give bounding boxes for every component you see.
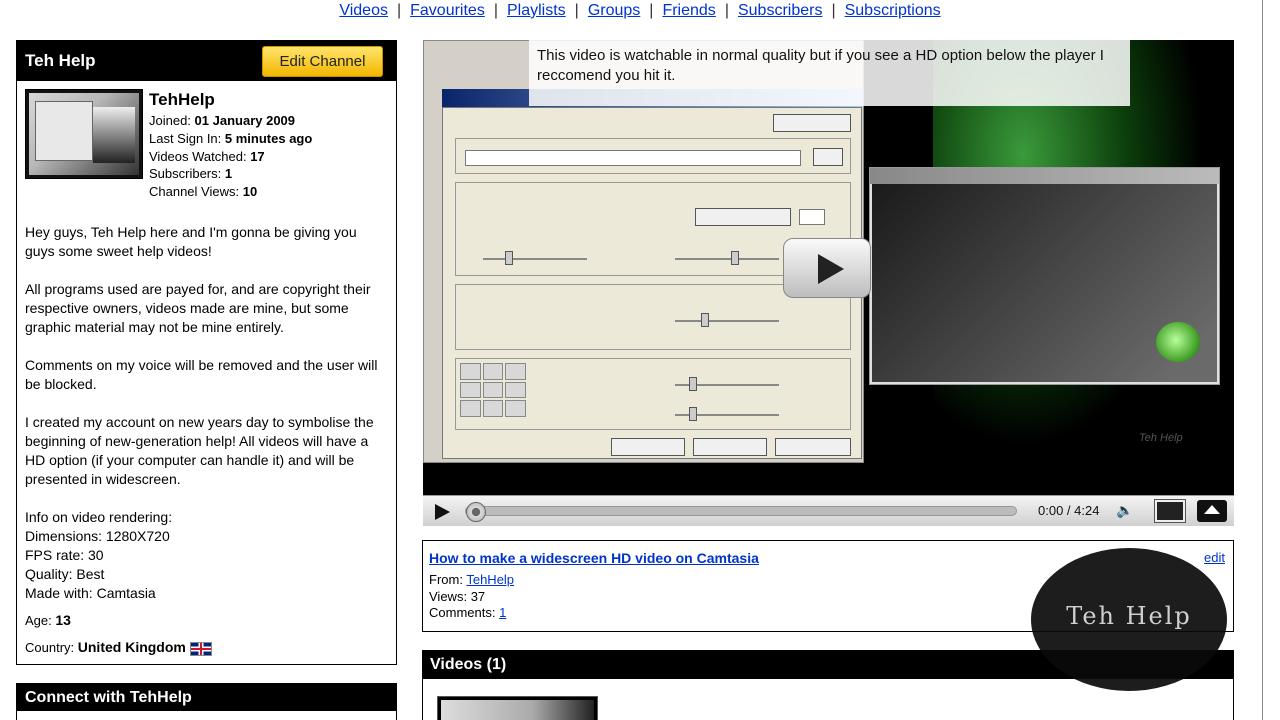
- channel-views-value: 10: [242, 184, 258, 200]
- video-dialog-slider-thumb: [689, 407, 697, 421]
- nav-separator: |: [649, 2, 654, 19]
- nav-friends[interactable]: Friends: [662, 2, 715, 19]
- nav-groups[interactable]: Groups: [588, 2, 640, 19]
- profile-box: Teh Help Edit Channel TehHelp Joined: 01…: [16, 40, 397, 665]
- nav-favourites[interactable]: Favourites: [410, 2, 485, 19]
- video-dialog-slider-thumb: [689, 377, 697, 391]
- age-value: 13: [55, 612, 71, 628]
- from-label: From:: [429, 572, 463, 587]
- video-dialog-slider: [675, 320, 779, 322]
- avatar[interactable]: [25, 89, 143, 179]
- profile-info: TehHelp Joined: 01 January 2009 Last Sig…: [149, 89, 312, 201]
- from-user-link[interactable]: TehHelp: [466, 572, 514, 587]
- comments-label: Comments:: [429, 605, 496, 620]
- player-controls: 0:00 / 4:24 🔈: [423, 495, 1234, 526]
- channel-description: Hey guys, Teh Help here and I'm gonna be…: [25, 223, 390, 603]
- render-info-line: Info on video rendering:: [25, 509, 173, 525]
- nav-subscriptions[interactable]: Subscriptions: [845, 2, 941, 19]
- last-signin-value: 5 minutes ago: [224, 130, 313, 146]
- time-display: 0:00 / 4:24: [1038, 503, 1100, 518]
- profile-title: Teh Help: [25, 51, 96, 70]
- render-info-line: Quality: Best: [25, 566, 105, 582]
- connect-box: Connect with TehHelp: [16, 683, 397, 720]
- widescreen-toggle-icon[interactable]: [1154, 499, 1186, 523]
- render-info-line: Dimensions: 1280X720: [25, 528, 170, 544]
- username: TehHelp: [149, 90, 215, 109]
- video-preview-window: [869, 167, 1220, 385]
- joined-value: 01 January 2009: [194, 113, 296, 128]
- uk-flag-icon: [189, 641, 212, 656]
- description-paragraph: I created my account on new years day to…: [25, 414, 374, 487]
- edit-channel-button[interactable]: Edit Channel: [262, 46, 383, 77]
- video-title-link[interactable]: How to make a widescreen HD video on Cam…: [429, 550, 759, 566]
- logo-watermark-text: Teh Help: [1066, 602, 1192, 630]
- edit-link[interactable]: edit: [1204, 550, 1225, 565]
- nav-separator: |: [831, 2, 836, 19]
- video-dialog-field: [465, 150, 801, 166]
- video-dialog-slider: [483, 258, 587, 260]
- nav-subscribers[interactable]: Subscribers: [738, 2, 822, 19]
- divider: [1262, 0, 1263, 720]
- description-paragraph: All programs used are payed for, and are…: [25, 281, 371, 335]
- last-signin-label: Last Sign In:: [149, 130, 222, 146]
- big-play-button[interactable]: [783, 238, 871, 298]
- video-dialog-button: [695, 208, 791, 226]
- annotation-box[interactable]: This video is watchable in normal qualit…: [529, 40, 1130, 106]
- video-dialog-slider-thumb: [731, 251, 739, 265]
- views-value: 37: [470, 588, 486, 604]
- video-dialog-slider: [675, 258, 779, 260]
- video-dialog-slider-thumb: [505, 251, 513, 265]
- video-preview-titlebar: [870, 168, 1219, 184]
- volume-icon[interactable]: 🔈: [1116, 502, 1142, 522]
- connect-title: Connect with TehHelp: [17, 684, 396, 711]
- channel-views-label: Channel Views:: [149, 184, 240, 200]
- video-watermark: Teh Help: [1139, 432, 1183, 444]
- video-meta: From: TehHelp Views: 37 Comments: 1: [429, 572, 514, 622]
- description-paragraph: Hey guys, Teh Help here and I'm gonna be…: [25, 224, 357, 259]
- video-dialog-button: [775, 438, 851, 456]
- country-value: United Kingdom: [77, 639, 186, 655]
- age-label: Age:: [25, 613, 52, 628]
- video-dialog-button: [813, 148, 843, 166]
- videos-watched-label: Videos Watched:: [149, 148, 247, 164]
- nav-separator: |: [574, 2, 579, 19]
- logo-watermark: Teh Help: [1031, 548, 1227, 691]
- render-info-line: FPS rate: 30: [25, 547, 104, 563]
- green-orb-icon: [1156, 322, 1200, 362]
- profile-header: Teh Help Edit Channel: [17, 41, 396, 81]
- description-paragraph: Comments on my voice will be removed and…: [25, 357, 378, 392]
- videos-watched-value: 17: [250, 148, 265, 164]
- seek-bar[interactable]: [465, 506, 1017, 516]
- channel-nav: Videos | Favourites | Playlists | Groups | Frien…: [0, 0, 1280, 24]
- nav-separator: |: [724, 2, 729, 19]
- comments-link[interactable]: 1: [499, 605, 506, 620]
- age-row: Age: 13: [25, 612, 71, 628]
- nav-separator: |: [396, 2, 402, 19]
- nav-videos[interactable]: Videos: [339, 2, 388, 19]
- joined-label: Joined:: [149, 113, 191, 128]
- nav-separator: |: [493, 2, 498, 19]
- seek-handle[interactable]: [466, 502, 486, 522]
- views-label: Views:: [429, 588, 468, 604]
- render-info: Info on video rendering: Dimensions: 128…: [25, 508, 390, 603]
- subscribers-label: Subscribers:: [149, 166, 222, 182]
- video-dialog-button: [693, 438, 767, 456]
- nav-playlists[interactable]: Playlists: [507, 2, 566, 19]
- play-icon[interactable]: [431, 502, 453, 522]
- video-dialog-slider-thumb: [701, 313, 709, 327]
- expand-icon[interactable]: [1197, 500, 1227, 522]
- video-frame[interactable]: Teh Help This video is watchable in norm…: [423, 40, 1234, 495]
- video-dialog-field: [799, 209, 825, 225]
- subscribers-value: 1: [224, 166, 233, 182]
- video-player[interactable]: Teh Help This video is watchable in norm…: [423, 40, 1234, 526]
- video-dialog-button: [773, 114, 851, 132]
- country-label: Country:: [25, 640, 75, 655]
- country-row: Country: United Kingdom: [25, 639, 212, 656]
- video-dialog-button: [611, 438, 685, 456]
- render-info-line: Made with: Camtasia: [25, 585, 156, 601]
- video-dialog-position-grid: [460, 363, 526, 417]
- video-thumbnail[interactable]: [437, 696, 598, 720]
